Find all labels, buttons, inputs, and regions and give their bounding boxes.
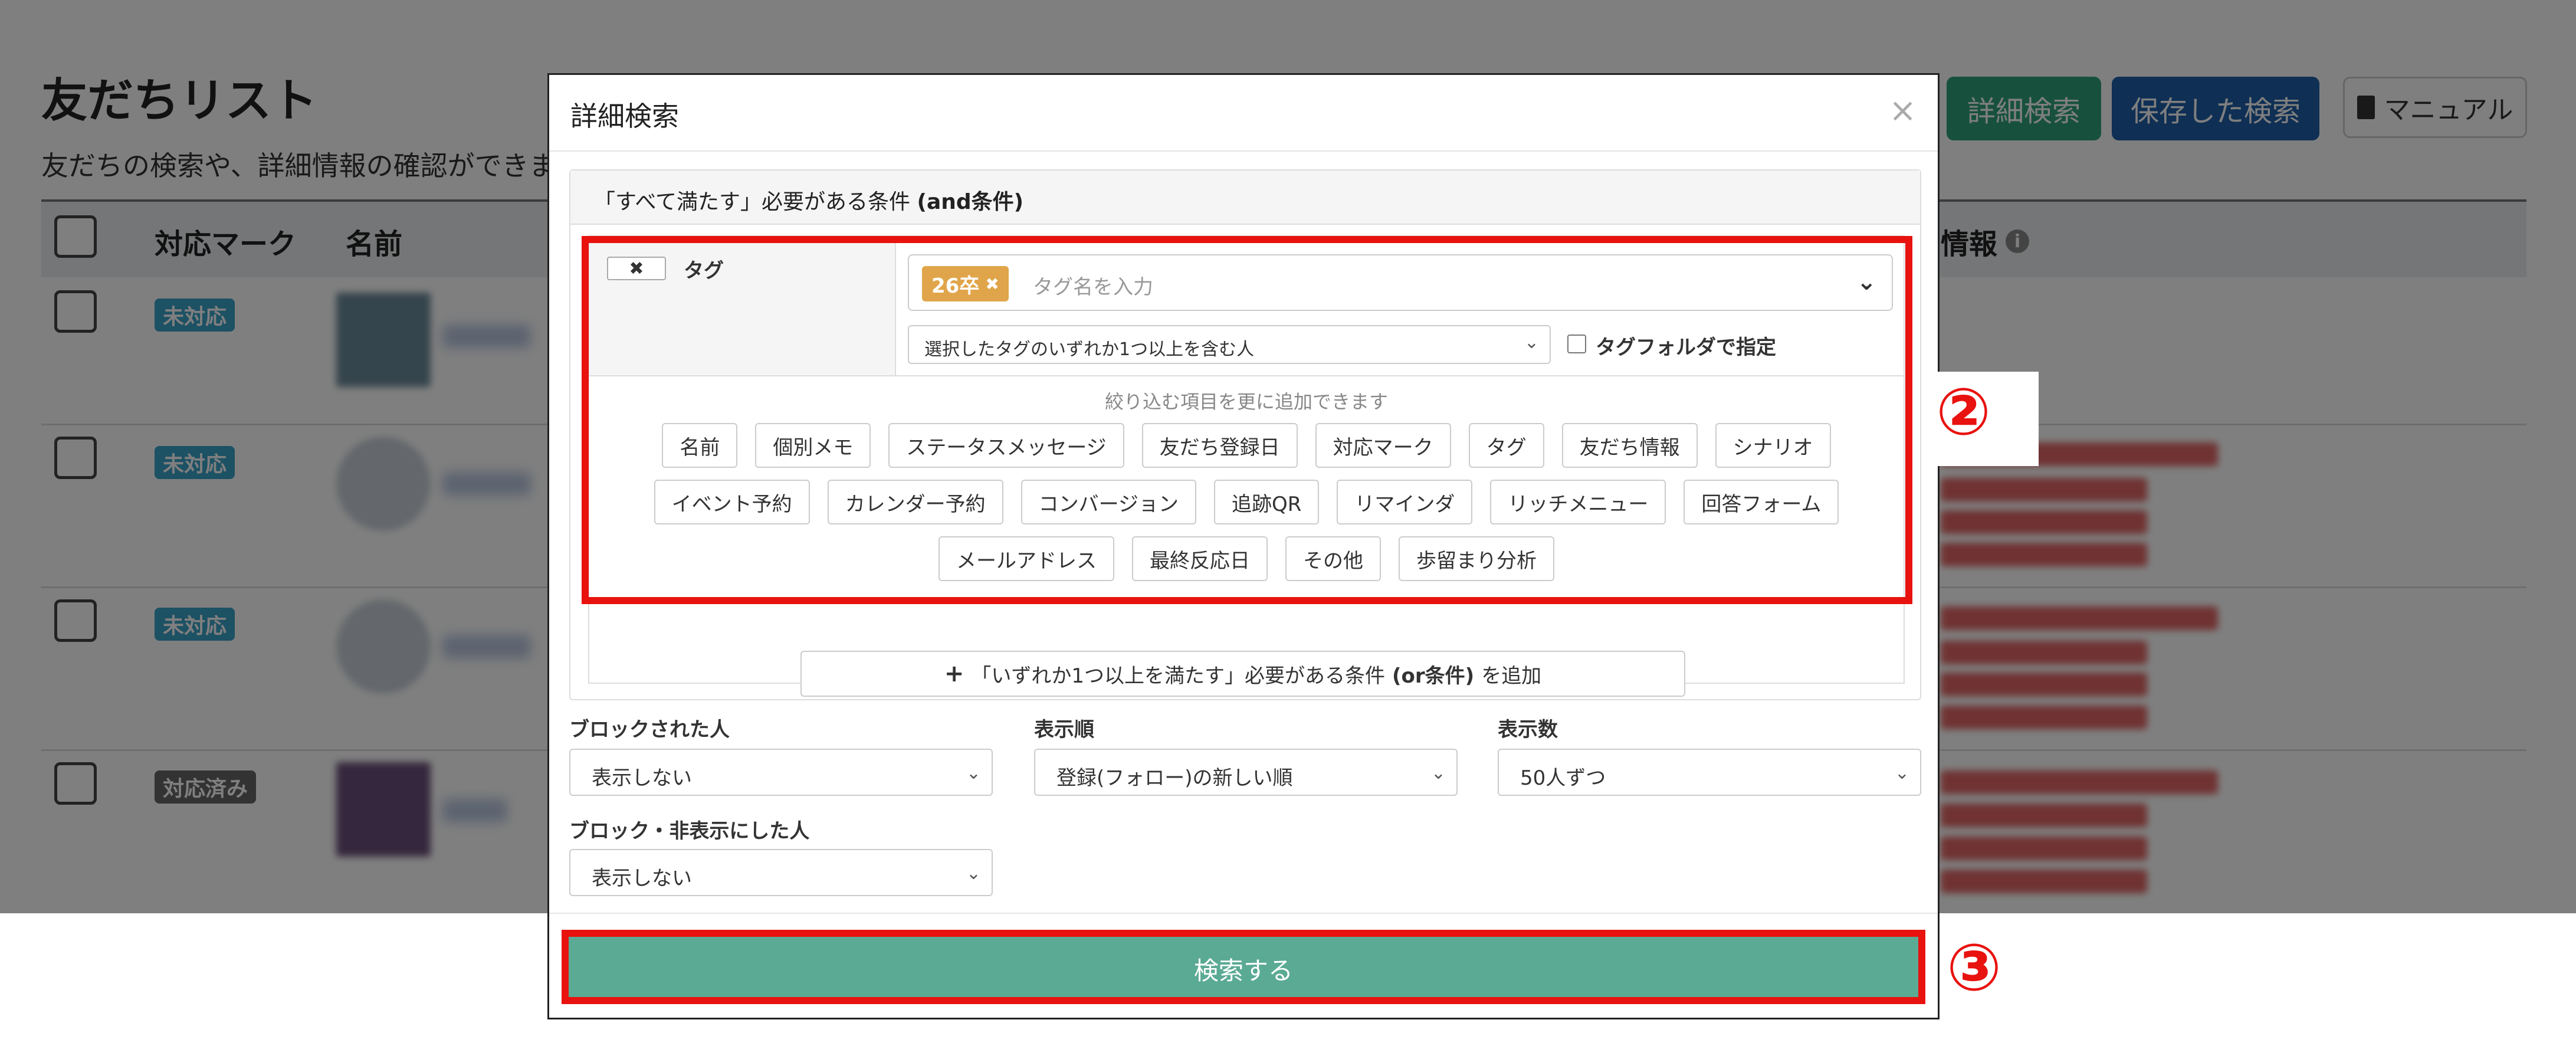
blocked-select[interactable]: 表示しない ⌄ [569,749,993,796]
chevron-down-icon: ⌄ [1430,763,1446,783]
annotation-number-3: ③ [1947,930,2002,1005]
annotation-number-2: ② [1936,374,1991,450]
count-select[interactable]: 50人ずつ ⌄ [1498,749,1921,796]
modal-header: 詳細検索 × [549,75,1938,152]
modal-title: 詳細検索 [570,100,679,132]
order-label: 表示順 [1034,718,1094,742]
annotation-highlight-conditions [582,236,1912,604]
hidden-label: ブロック・非表示にした人 [569,819,810,843]
add-or-condition-button[interactable]: + 「いずれか1つ以上を満たす」必要がある条件 (or条件) を追加 [800,651,1685,697]
hidden-select[interactable]: 表示しない ⌄ [569,849,993,896]
order-select[interactable]: 登録(フォロー)の新しい順 ⌄ [1034,749,1458,796]
count-label: 表示数 [1498,718,1558,742]
footer-divider [549,913,1938,914]
close-icon[interactable]: × [1889,91,1917,130]
plus-icon: + [944,660,964,687]
chevron-down-icon: ⌄ [1894,763,1909,783]
chevron-down-icon: ⌄ [966,863,981,884]
and-condition-header: 「すべて満たす」必要がある条件 (and条件) [570,170,1920,225]
annotation-highlight-search [562,930,1925,1004]
chevron-down-icon: ⌄ [966,763,981,783]
and-condition-label: 「すべて満たす」必要がある条件 (and条件) [594,190,1024,214]
blocked-label: ブロックされた人 [569,718,730,742]
